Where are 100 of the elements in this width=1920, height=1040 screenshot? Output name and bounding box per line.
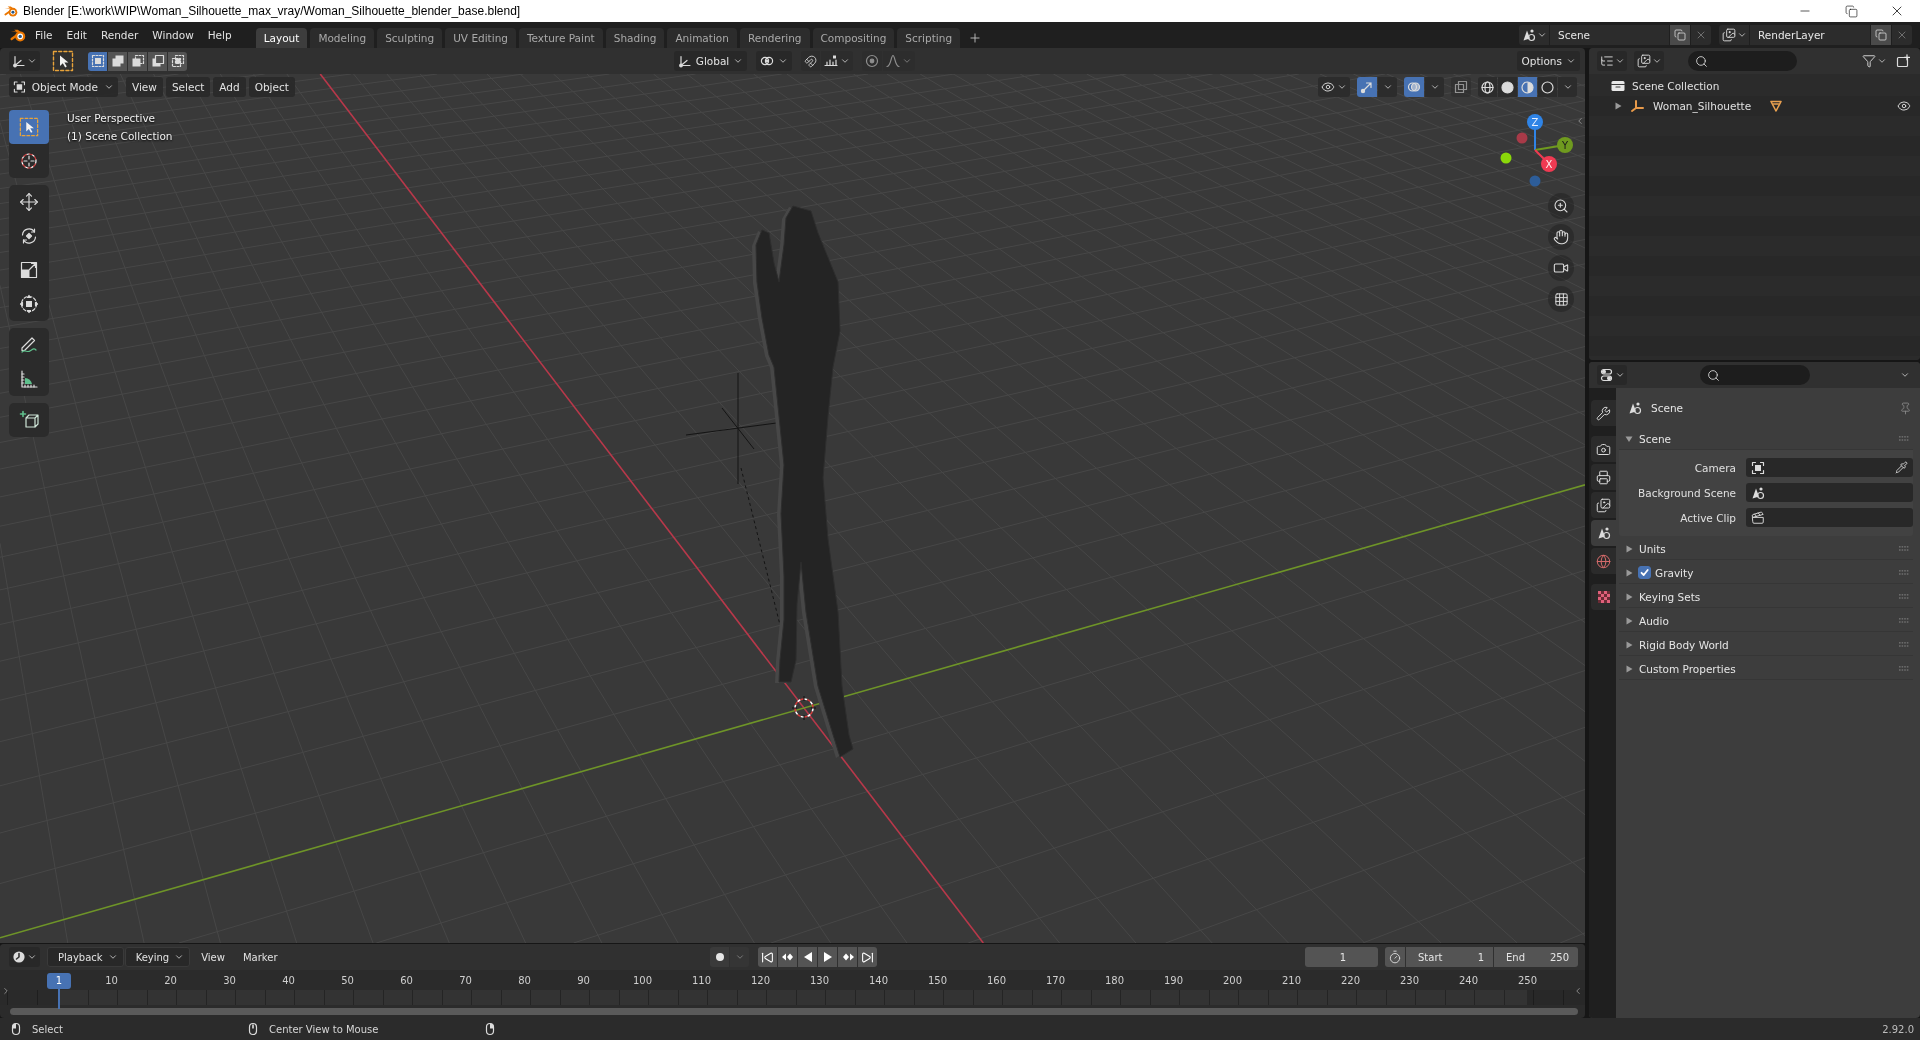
workspace-tab[interactable]: Shading — [605, 28, 665, 48]
menu-item[interactable]: View — [126, 77, 163, 97]
input-field[interactable] — [1746, 483, 1913, 502]
workspace-tab[interactable]: Scripting — [897, 28, 961, 48]
checkbox[interactable] — [1638, 566, 1651, 579]
horizontal-scrollbar[interactable] — [10, 1008, 1578, 1015]
xray-toggle-button[interactable] — [1451, 77, 1471, 97]
visibility-dropdown[interactable] — [1318, 77, 1350, 97]
playback-button[interactable] — [858, 947, 877, 967]
projection-button[interactable] — [1548, 286, 1574, 312]
menu-item[interactable]: View — [194, 947, 232, 967]
options-dropdown[interactable]: Options — [1517, 51, 1580, 71]
playback-button[interactable] — [838, 947, 857, 967]
orientation-dropdown[interactable]: Global — [673, 51, 748, 71]
outliner-row[interactable]: Scene Collection — [1589, 76, 1920, 96]
view-layer-name-field[interactable]: RenderLayer — [1750, 25, 1870, 45]
pivot-dropdown[interactable] — [756, 51, 793, 71]
scene-browse-button[interactable] — [1519, 25, 1549, 45]
pan-button[interactable] — [1548, 224, 1574, 250]
start-frame-field[interactable]: Start 1 — [1406, 947, 1493, 967]
menu-item[interactable]: Render — [93, 22, 146, 48]
search-field[interactable] — [1700, 365, 1810, 385]
unlink-button[interactable] — [1691, 25, 1711, 45]
properties-tab[interactable] — [1591, 492, 1616, 518]
playhead[interactable]: 1 — [47, 973, 71, 1009]
scene-name-field[interactable]: Scene — [1550, 25, 1669, 45]
app-logo-icon[interactable] — [10, 27, 26, 43]
filter-button[interactable] — [1862, 54, 1887, 68]
current-frame-field[interactable]: 1 — [1305, 947, 1378, 967]
new-collection-button[interactable] — [1896, 54, 1910, 68]
workspace-tab[interactable]: Modeling — [310, 28, 375, 48]
shading-mode-button[interactable] — [1538, 77, 1557, 97]
workspace-tab[interactable]: Compositing — [812, 28, 895, 48]
properties-tab[interactable] — [1591, 548, 1616, 574]
workspace-tab[interactable]: Animation — [667, 28, 737, 48]
chevron-right-icon[interactable] — [1, 986, 11, 996]
editor-type-button[interactable] — [9, 51, 40, 71]
menu-item[interactable]: Add — [213, 77, 246, 97]
menu-item[interactable]: File — [28, 22, 60, 48]
select-box-icon[interactable] — [52, 50, 74, 72]
auto-keying-button[interactable] — [710, 947, 729, 967]
selection-mode-button[interactable] — [88, 51, 107, 71]
mode-dropdown[interactable]: Object Mode — [9, 77, 118, 97]
chevron-left-icon[interactable] — [1573, 986, 1583, 996]
unlink-button[interactable] — [1892, 25, 1912, 45]
menu-dropdown[interactable]: Keying — [124, 947, 191, 967]
playback-button[interactable] — [798, 947, 817, 967]
outliner-row[interactable]: Woman_Silhouette — [1589, 96, 1920, 116]
playback-button[interactable] — [758, 947, 777, 967]
menu-dropdown[interactable]: Playback — [47, 947, 124, 967]
zoom-button[interactable] — [1548, 193, 1574, 219]
camera-view-button[interactable] — [1548, 255, 1574, 281]
menu-item[interactable]: Marker — [235, 947, 285, 967]
snap-target-dropdown[interactable] — [821, 51, 854, 71]
duplicate-button[interactable] — [1871, 25, 1891, 45]
axis-dot-icon[interactable] — [1516, 132, 1528, 144]
input-field[interactable] — [1746, 458, 1913, 477]
preview-range-button[interactable] — [1385, 947, 1405, 967]
workspace-tab[interactable]: Texture Paint — [518, 28, 603, 48]
editor-type-button[interactable] — [9, 947, 40, 967]
playback-button[interactable] — [818, 947, 837, 967]
properties-tab[interactable] — [1591, 464, 1616, 490]
menu-item[interactable]: Edit — [59, 22, 94, 48]
properties-tab[interactable] — [1591, 400, 1616, 426]
restore-icon[interactable] — [1844, 4, 1858, 18]
properties-tab[interactable] — [1591, 584, 1616, 610]
properties-tab[interactable] — [1591, 520, 1616, 546]
selection-mode-button[interactable] — [148, 51, 167, 71]
search-field[interactable] — [1688, 51, 1797, 71]
properties-tab[interactable] — [1591, 436, 1616, 462]
shading-mode-button[interactable] — [1478, 77, 1497, 97]
duplicate-button[interactable] — [1670, 25, 1690, 45]
menu-item[interactable]: Help — [200, 22, 239, 48]
playback-button[interactable] — [778, 947, 797, 967]
selection-mode-button[interactable] — [108, 51, 127, 71]
workspace-tab[interactable]: Rendering — [739, 28, 810, 48]
eye-icon[interactable] — [1897, 99, 1911, 113]
axis-handle[interactable]: Y — [1534, 137, 1573, 153]
end-frame-field[interactable]: End 250 — [1494, 947, 1578, 967]
gizmo-toggle-button[interactable] — [1357, 77, 1377, 97]
view-layer-browse-button[interactable] — [1719, 25, 1749, 45]
workspace-tab[interactable]: UV Editing — [445, 28, 516, 48]
workspace-tab[interactable]: Layout — [255, 28, 308, 48]
axis-dot-icon[interactable] — [1500, 152, 1512, 164]
view-layer-button[interactable] — [1634, 51, 1664, 71]
chevron-left-icon[interactable] — [1575, 116, 1585, 126]
axis-handle[interactable]: X — [1534, 149, 1557, 172]
menu-item[interactable]: Window — [145, 22, 201, 48]
selection-mode-button[interactable] — [128, 51, 147, 71]
menu-item[interactable]: Object — [248, 77, 295, 97]
display-mode-button[interactable] — [1597, 51, 1627, 71]
axis-dot-icon[interactable] — [1529, 175, 1541, 187]
workspace-tab[interactable]: Sculpting — [377, 28, 443, 48]
shading-mode-button[interactable] — [1498, 77, 1517, 97]
options-dropdown[interactable] — [1900, 370, 1910, 380]
input-field[interactable] — [1746, 508, 1913, 527]
editor-type-button[interactable] — [1597, 365, 1627, 385]
menu-item[interactable]: Select — [165, 77, 211, 97]
snap-toggle-button[interactable] — [801, 51, 821, 71]
selection-mode-button[interactable] — [168, 51, 187, 71]
